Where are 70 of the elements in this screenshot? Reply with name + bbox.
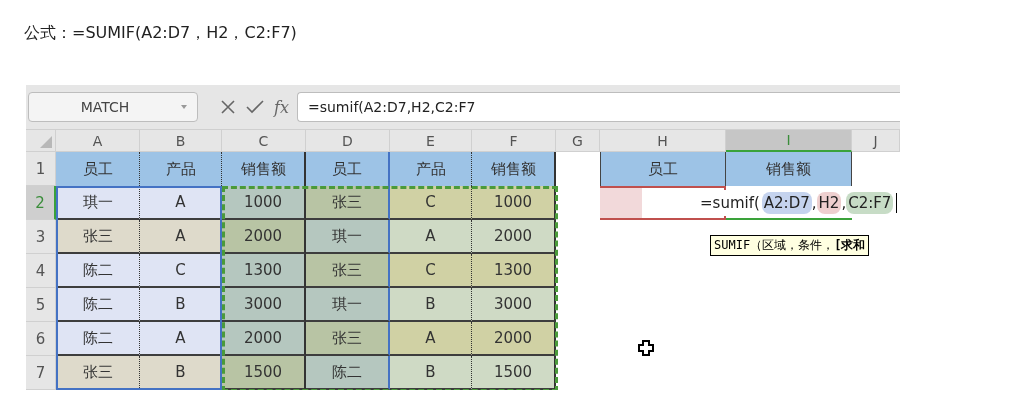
formula-caption: 公式：=SUMIF(A2:D7，H2，C2:F7) [24,22,298,44]
header-cell: 销售额 [726,152,852,186]
table-cell: 2000 [222,322,306,356]
table-cell: A [140,186,222,220]
table-cell: 张三 [56,356,140,390]
header-cell: 产品 [140,152,222,186]
table-cell: B [140,288,222,322]
insert-function-button[interactable]: fx [274,97,289,117]
corner-triangle-icon [40,136,52,148]
header-cell: 员工 [600,152,726,186]
table-cell: 陈二 [56,322,140,356]
table-cell: 张三 [56,220,140,254]
table-cell: 陈二 [306,356,390,390]
row-header[interactable]: 5 [26,288,56,322]
row-header[interactable]: 1 [26,152,56,186]
check-icon[interactable] [246,99,264,115]
table-cell: C [140,254,222,288]
table-cell: 琪一 [306,220,390,254]
table-cell: A [140,322,222,356]
table-cell: 2000 [472,322,556,356]
table-cell: 琪一 [306,288,390,322]
column-header[interactable]: G [556,130,600,152]
table-cell: 陈二 [56,288,140,322]
table-cell: B [140,356,222,390]
row-header[interactable]: 4 [26,254,56,288]
table-cell: 张三 [306,186,390,220]
column-header[interactable]: B [140,130,222,152]
cursor-icon [638,340,654,356]
header-cell: 员工 [56,152,140,186]
header-cell: 产品 [390,152,472,186]
row-header[interactable]: 6 [26,322,56,356]
table-cell: 1000 [472,186,556,220]
table-cell: C [390,254,472,288]
table-cell: 1300 [222,254,306,288]
table-cell: 1000 [222,186,306,220]
row-header[interactable]: 7 [26,356,56,390]
table-cell: 1500 [472,356,556,390]
table-cell: 陈二 [56,254,140,288]
table-cell: 2000 [222,220,306,254]
column-header[interactable]: H [600,130,726,152]
table-cell: B [390,356,472,390]
table-cell: 3000 [222,288,306,322]
table-cell: 张三 [306,322,390,356]
table-cell: C [390,186,472,220]
header-cell: 员工 [306,152,390,186]
table-cell: 1300 [472,254,556,288]
table-cell: 2000 [472,220,556,254]
row-header[interactable]: 3 [26,220,56,254]
cell-editor[interactable]: =sumif( A2:D7,H2,C2:F7 [698,190,898,216]
table-cell: 琪一 [56,186,140,220]
table-cell: 1500 [222,356,306,390]
dropdown-caret-icon[interactable] [181,105,187,109]
column-header[interactable]: C [222,130,306,152]
table-cell: A [390,322,472,356]
column-header[interactable]: A [56,130,140,152]
function-tooltip: SUMIF（区域，条件，[求和 [710,235,870,256]
column-header[interactable]: E [390,130,472,152]
name-box[interactable]: MATCH [28,92,198,122]
column-header[interactable]: F [472,130,556,152]
formula-bar[interactable]: =sumif(A2:D7,H2,C2:F7 [296,92,900,122]
header-cell: 销售额 [222,152,306,186]
table-cell: A [390,220,472,254]
table-cell: A [140,220,222,254]
table-cell: B [390,288,472,322]
header-cell: 销售额 [472,152,556,186]
cancel-icon[interactable] [220,99,236,115]
table-cell: 张三 [306,254,390,288]
table-cell: 3000 [472,288,556,322]
column-header[interactable]: J [852,130,900,152]
column-header[interactable]: D [306,130,390,152]
